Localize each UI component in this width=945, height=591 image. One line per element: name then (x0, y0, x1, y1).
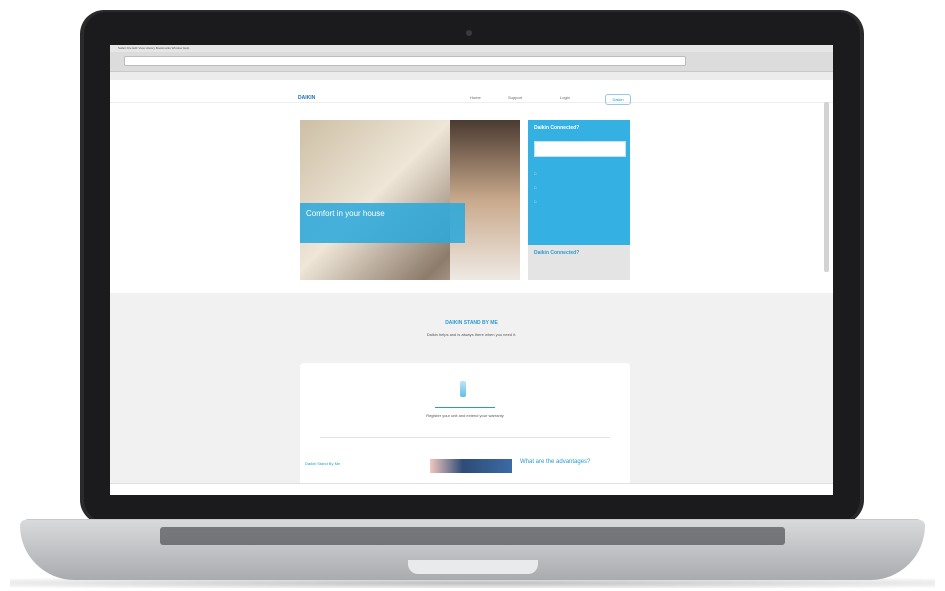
address-bar[interactable] (124, 56, 686, 66)
keyboard-shadow (160, 527, 785, 545)
section-subtitle: Daikin helps and is always there when yo… (426, 332, 517, 337)
nav-link-login[interactable]: Login (560, 95, 570, 100)
advantages-image (430, 459, 512, 473)
card-left-link[interactable]: Daikin Stand By Me (305, 461, 340, 466)
laptop-screen: Safari File Edit View History Bookmarks … (110, 45, 833, 495)
side-option-2[interactable]: □ (534, 186, 536, 190)
side-panel-title: Daikin Connected? (534, 125, 580, 131)
os-menu-bar: Safari File Edit View History Bookmarks … (110, 45, 833, 52)
side-panel (528, 120, 630, 245)
nav-button[interactable]: Daikin (605, 94, 631, 105)
card-divider (320, 437, 610, 438)
section-title: DAIKIN STAND BY ME (445, 320, 498, 326)
register-text: Register your unit and extend your warra… (426, 413, 504, 418)
scrollbar[interactable] (824, 102, 829, 272)
side-panel-select[interactable] (534, 141, 626, 157)
nav-link-home[interactable]: Home (470, 95, 481, 100)
nav-link-support[interactable]: Support (508, 95, 522, 100)
daikin-logo[interactable]: DAIKIN (298, 95, 315, 101)
os-menu-items[interactable]: Safari File Edit View History Bookmarks … (118, 46, 189, 50)
cookie-bar (110, 483, 833, 495)
advantages-title: What are the advantages? (520, 459, 591, 465)
hero-title: Comfort in your house (306, 209, 385, 218)
side-option-3[interactable]: □ (534, 200, 536, 204)
bookmarks-bar (110, 72, 833, 80)
camera-icon (466, 30, 472, 36)
side-option-1[interactable]: □ (534, 172, 536, 176)
hero-people-image (450, 120, 520, 280)
thermometer-icon (460, 381, 466, 397)
register-link[interactable] (435, 403, 495, 408)
side-panel-secondary-title: Daikin Connected? (534, 250, 580, 256)
laptop-notch (408, 560, 538, 574)
